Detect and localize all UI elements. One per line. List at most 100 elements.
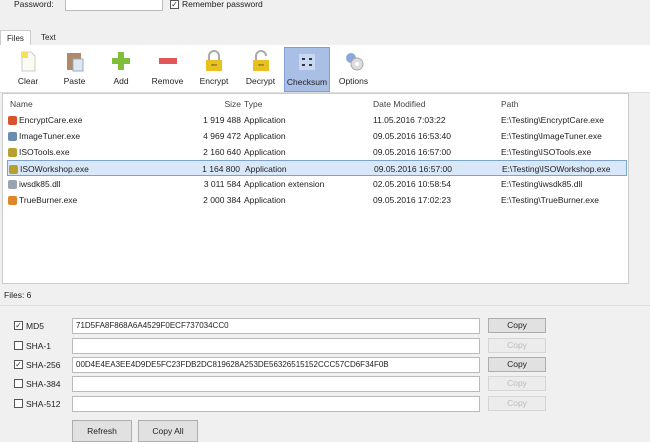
toolbar-label: Clear (17, 76, 39, 86)
sha-512-checkbox[interactable] (14, 399, 23, 408)
toolbar-label: Options (338, 76, 369, 86)
sha-1-hash-field[interactable] (72, 338, 480, 354)
file-size: 1 919 488 (203, 115, 241, 125)
column-type[interactable]: Type (244, 96, 262, 112)
file-icon (17, 50, 39, 72)
sha-384-hash-field[interactable] (72, 376, 480, 392)
file-name: iwsdk85.dll (19, 179, 61, 189)
file-path: E:\Testing\EncryptCare.exe (501, 115, 604, 125)
clipboard-icon (64, 50, 86, 72)
file-date: 02.05.2016 10:58:54 (373, 179, 451, 189)
file-path: E:\Testing\ImageTuner.exe (501, 131, 602, 141)
toolbar-label: Remove (151, 76, 184, 86)
file-row[interactable]: EncryptCare.exe 1 919 488 Application 11… (7, 112, 627, 128)
sha-512-hash-field[interactable] (72, 396, 480, 412)
file-icon (8, 116, 17, 125)
tab-files[interactable]: Files (0, 30, 31, 45)
column-date[interactable]: Date Modified (373, 96, 425, 112)
md5-copy-button[interactable]: Copy (488, 318, 546, 333)
toolbar-label: Checksum (286, 77, 328, 87)
sha-384-copy-button[interactable]: Copy (488, 376, 546, 391)
file-size: 4 969 472 (203, 131, 241, 141)
sha-512-label: SHA-512 (26, 399, 61, 409)
options-button[interactable]: Options (331, 47, 377, 92)
file-size: 2 000 384 (203, 195, 241, 205)
remember-password-checkbox[interactable]: ✓ (170, 0, 179, 9)
file-type: Application (244, 195, 286, 205)
toolbar-label: Encrypt (199, 76, 229, 86)
copy-all-button[interactable]: Copy All (138, 420, 198, 442)
encrypt-button[interactable]: *** Encrypt (191, 47, 237, 92)
file-icon (8, 132, 17, 141)
file-type: Application extension (244, 179, 325, 189)
file-date: 09.05.2016 16:53:40 (373, 131, 451, 141)
file-type: Application (245, 164, 287, 174)
svg-text:***: *** (211, 64, 217, 70)
file-row[interactable]: ImageTuner.exe 4 969 472 Application 09.… (7, 128, 627, 144)
file-icon (9, 165, 18, 174)
decrypt-button[interactable]: *** Decrypt (238, 47, 284, 92)
sha-512-copy-button[interactable]: Copy (488, 396, 546, 411)
password-input[interactable] (65, 0, 163, 11)
password-label: Password: (14, 0, 54, 9)
remove-button[interactable]: Remove (145, 47, 191, 92)
file-row[interactable]: ISOTools.exe 2 160 640 Application 09.05… (7, 144, 627, 160)
file-path: E:\Testing\iwsdk85.dll (501, 179, 583, 189)
sha-1-copy-button[interactable]: Copy (488, 338, 546, 353)
sha-1-label: SHA-1 (26, 341, 52, 351)
file-path: E:\Testing\ISOWorkshop.exe (502, 164, 611, 174)
md5-hash-field[interactable]: 71D5FA8F868A6A4529F0ECF737034CC0 (72, 318, 480, 334)
file-path: E:\Testing\ISOTools.exe (501, 147, 592, 157)
plus-icon (110, 50, 132, 72)
svg-text:***: *** (258, 64, 264, 70)
file-type: Application (244, 115, 286, 125)
column-name[interactable]: Name (10, 96, 33, 112)
sha-384-checkbox[interactable] (14, 379, 23, 388)
file-row[interactable]: iwsdk85.dll 3 011 584 Application extens… (7, 176, 627, 192)
sha-256-checkbox[interactable]: ✓ (14, 360, 23, 369)
lock-icon: *** (203, 50, 225, 72)
sha-384-label: SHA-384 (26, 379, 61, 389)
file-icon (8, 180, 17, 189)
column-size[interactable]: Size (224, 96, 241, 112)
file-size: 3 011 584 (203, 179, 241, 189)
tab-text[interactable]: Text (35, 30, 62, 45)
file-row[interactable]: TrueBurner.exe 2 000 384 Application 09.… (7, 192, 627, 208)
file-row[interactable]: ISOWorkshop.exe 1 164 800 Application 09… (7, 160, 627, 176)
file-type: Application (244, 131, 286, 141)
toolbar-label: Decrypt (245, 76, 276, 86)
column-path[interactable]: Path (501, 96, 519, 112)
file-name: EncryptCare.exe (19, 115, 83, 125)
file-icon (8, 196, 17, 205)
file-count-status: Files: 6 (4, 290, 32, 300)
gear-icon (343, 50, 365, 72)
paste-button[interactable]: Paste (52, 47, 98, 92)
file-date: 09.05.2016 17:02:23 (373, 195, 451, 205)
md5-label: MD5 (26, 321, 44, 331)
sha-256-hash-field[interactable]: 00D4E4EA3EE4D9DE5FC23FDB2DC819628A253DE5… (72, 357, 480, 373)
md5-checkbox[interactable]: ✓ (14, 321, 23, 330)
file-size: 2 160 640 (203, 147, 241, 157)
file-list-header: Name Size Type Date Modified Path (7, 96, 627, 112)
file-size: 1 164 800 (202, 164, 240, 174)
checksum-icon (296, 51, 318, 73)
file-name: TrueBurner.exe (19, 195, 78, 205)
add-button[interactable]: Add (98, 47, 144, 92)
file-icon (8, 148, 17, 157)
sha-1-checkbox[interactable] (14, 341, 23, 350)
minus-icon (157, 50, 179, 72)
sha-256-copy-button[interactable]: Copy (488, 357, 546, 372)
file-name: ImageTuner.exe (19, 131, 81, 141)
sha-256-label: SHA-256 (26, 360, 61, 370)
file-date: 09.05.2016 16:57:00 (373, 147, 451, 157)
file-name: ISOTools.exe (19, 147, 70, 157)
file-type: Application (244, 147, 286, 157)
file-path: E:\Testing\TrueBurner.exe (501, 195, 599, 205)
checksum-button[interactable]: Checksum (284, 47, 330, 92)
toolbar-label: Add (113, 76, 129, 86)
remember-password-label: Remember password (182, 0, 263, 9)
file-list[interactable]: Name Size Type Date Modified Path Encryp… (2, 93, 629, 284)
refresh-button[interactable]: Refresh (72, 420, 132, 442)
toolbar-label: Paste (63, 76, 86, 86)
clear-button[interactable]: Clear (5, 47, 51, 92)
